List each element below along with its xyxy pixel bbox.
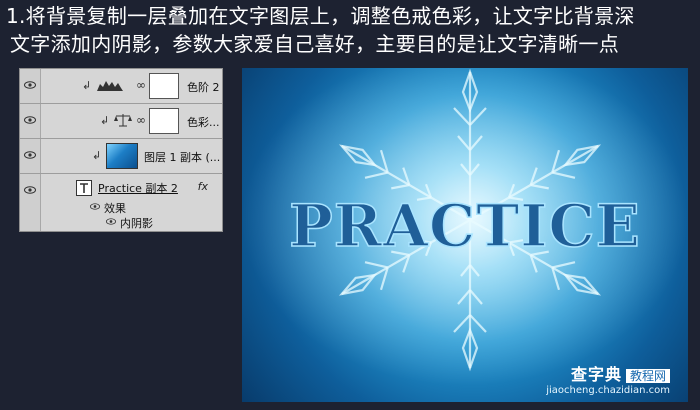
eye-icon[interactable]	[106, 218, 116, 225]
watermark-sub: 教程网	[625, 369, 670, 383]
text-layer-thumbnail-icon	[76, 180, 92, 196]
layer-row-color-balance[interactable]: ↲ ∞ 色彩...	[20, 104, 222, 139]
visibility-toggle[interactable]	[20, 69, 41, 103]
watermark: 查字典 教程网 jiaocheng.chazidian.com	[546, 361, 670, 396]
snowflake-graphic: PRACTICE	[242, 68, 688, 402]
layer-mask-thumbnail[interactable]	[149, 108, 179, 134]
layer-row-levels[interactable]: ↲ ∞ 色阶 2	[20, 69, 222, 104]
layer-name: Practice 副本 2	[98, 182, 178, 195]
visibility-toggle[interactable]	[20, 104, 41, 138]
layers-panel: ↲ ∞ 色阶 2 ↲ ∞ 色彩... ↲ 图层 1 副本 (... Practi…	[19, 68, 223, 232]
inner-shadow-effect[interactable]: 内阴影	[120, 215, 153, 231]
layer-name: 色阶 2	[187, 81, 220, 94]
canvas-image: PRACTICE 查字典 教程网 jiaocheng.chazidian.com	[242, 68, 688, 402]
layer-thumbnail[interactable]	[106, 143, 138, 169]
effects-label: 效果	[104, 202, 126, 215]
levels-icon	[97, 81, 123, 91]
instruction-line-1: 1.将背景复制一层叠加在文字图层上，调整色戒色彩，让文字比背景深	[6, 4, 635, 28]
eye-icon	[24, 186, 36, 194]
eye-icon	[24, 151, 36, 159]
watermark-brand: 查字典	[570, 365, 622, 384]
layer-row-practice-text[interactable]: Practice 副本 2 fx 效果 内阴影	[20, 174, 222, 231]
instruction-line-2: 文字添加内阴影，参数大家爱自己喜好，主要目的是让文字清晰一点	[10, 32, 619, 56]
balance-scale-icon	[114, 114, 132, 127]
chain-link-icon: ∞	[136, 78, 146, 92]
chain-link-icon: ∞	[136, 113, 146, 127]
eye-icon	[24, 81, 36, 89]
clipping-arrow-icon: ↲	[100, 114, 110, 127]
layer-name: 色彩...	[187, 116, 220, 129]
practice-text: PRACTICE	[289, 192, 641, 260]
eye-icon[interactable]	[90, 203, 100, 210]
eye-icon	[24, 116, 36, 124]
visibility-toggle[interactable]	[20, 174, 41, 231]
layer-row-layer-1-copy[interactable]: ↲ 图层 1 副本 (...	[20, 139, 222, 174]
layer-name: 图层 1 副本 (...	[144, 151, 221, 164]
layer-mask-thumbnail[interactable]	[149, 73, 179, 99]
watermark-url: jiaocheng.chazidian.com	[546, 385, 670, 396]
clipping-arrow-icon: ↲	[92, 149, 102, 162]
clipping-arrow-icon: ↲	[82, 79, 92, 92]
visibility-toggle[interactable]	[20, 139, 41, 173]
fx-icon[interactable]: fx	[198, 180, 208, 193]
